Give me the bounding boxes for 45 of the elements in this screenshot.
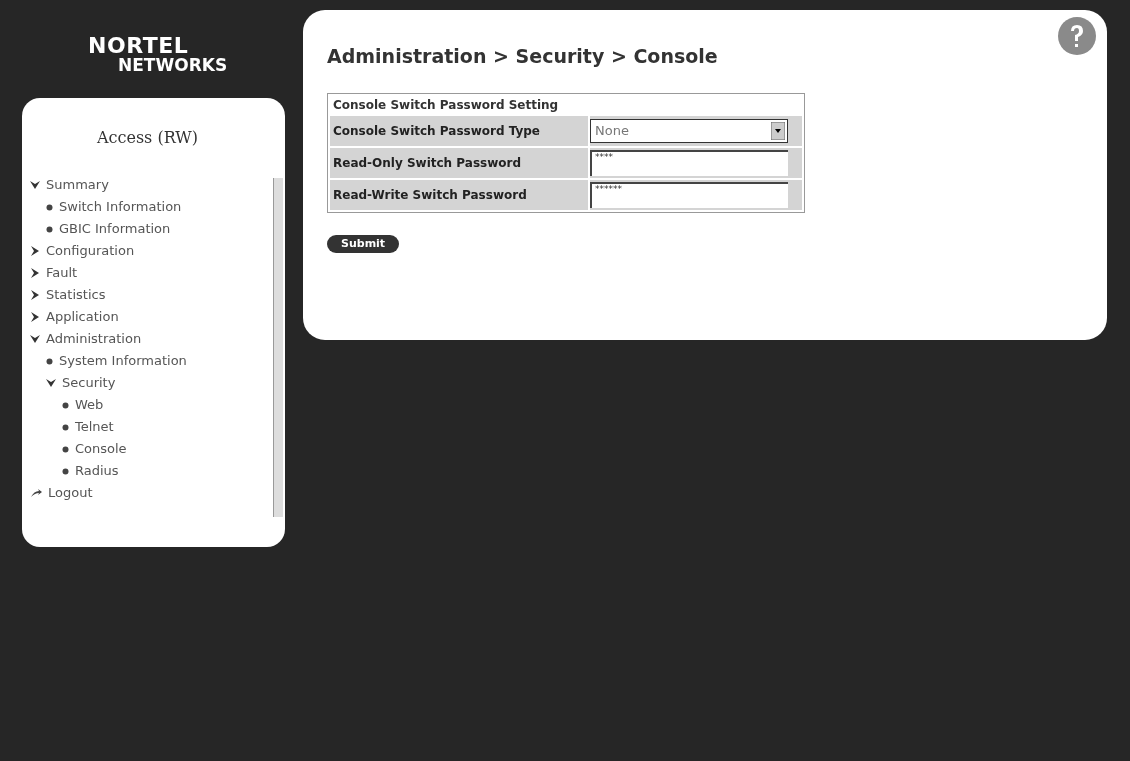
nav-item[interactable]: Console — [62, 438, 273, 460]
caret-icon — [771, 121, 785, 140]
nav-item[interactable]: Logout — [30, 482, 273, 504]
logo-text: NETWORKS — [118, 56, 228, 74]
chevron-down-icon — [46, 378, 56, 388]
nav-item[interactable]: Fault — [30, 262, 273, 284]
nav-item[interactable]: Web — [62, 394, 273, 416]
row-label: Console Switch Password Type — [330, 115, 588, 146]
bullet-icon — [62, 401, 69, 409]
nav-item[interactable]: Summary — [30, 174, 273, 196]
help-icon[interactable] — [1057, 16, 1097, 56]
bullet-icon — [46, 357, 53, 365]
nav-item[interactable]: Security — [46, 372, 273, 394]
breadcrumb: Administration > Security > Console — [327, 44, 719, 69]
nav-item[interactable]: Switch Information — [46, 196, 273, 218]
password-field[interactable]: ****** — [590, 181, 788, 208]
logo-text: NORTEL — [88, 34, 189, 57]
chevron-right-icon — [30, 246, 40, 256]
sidebar-title: Access (RW) — [96, 127, 200, 149]
nav-item[interactable]: Administration — [30, 328, 273, 350]
bullet-icon — [46, 225, 53, 233]
bullet-icon — [62, 445, 69, 453]
bullet-icon — [62, 467, 69, 475]
nav-item[interactable]: Radius — [62, 460, 273, 482]
table-title: Console Switch Password Setting — [332, 96, 560, 114]
chevron-right-icon — [30, 268, 40, 278]
scrollbar[interactable] — [273, 178, 283, 517]
chevron-right-icon — [30, 312, 40, 322]
nav-item[interactable]: Telnet — [62, 416, 273, 438]
type-dropdown[interactable]: None — [590, 118, 788, 143]
row-label: Read-Write Switch Password — [330, 179, 588, 210]
nav-item[interactable]: Configuration — [30, 240, 273, 262]
submit-button[interactable]: Submit — [327, 234, 400, 253]
bullet-icon — [46, 203, 53, 211]
nav-item[interactable]: Application — [30, 306, 273, 328]
nav-item[interactable]: System Information — [46, 350, 273, 372]
nav-item[interactable]: Statistics — [30, 284, 273, 306]
chevron-down-icon — [30, 180, 40, 190]
chevron-right-icon — [30, 290, 40, 300]
arrow-icon — [30, 488, 42, 498]
row-label: Read-Only Switch Password — [330, 147, 588, 178]
nav-item[interactable]: GBIC Information — [46, 218, 273, 240]
bullet-icon — [62, 423, 69, 431]
chevron-down-icon — [30, 334, 40, 344]
password-field[interactable]: **** — [590, 149, 788, 176]
